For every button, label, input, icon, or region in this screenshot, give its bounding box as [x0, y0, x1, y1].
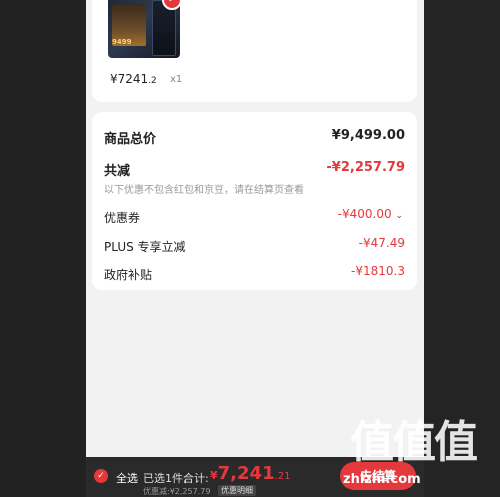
chevron-down-icon: ⌄	[395, 211, 403, 221]
total-label-bottom: 合计:	[183, 472, 209, 485]
watermark-logo: 值值值	[350, 417, 478, 468]
reduce-value: -¥2,257.79	[326, 160, 405, 175]
plus-label: PLUS 专享立减	[104, 240, 186, 254]
select-all-checkbox[interactable]: ✓	[94, 469, 108, 483]
price-summary-card: 商品总价 ¥9,499.00 共减 -¥2,257.79 以下优惠不包含红包和京…	[92, 112, 417, 290]
left-backdrop	[0, 0, 86, 497]
discount-detail-button[interactable]: 优惠明细	[218, 485, 256, 496]
summary-coupon-row[interactable]: 优惠券 -¥400.00 ⌄	[104, 207, 405, 226]
total-label: 商品总价	[104, 132, 157, 147]
watermark-url: zhizhi.com	[343, 472, 421, 487]
total-value: ¥9,499.00	[331, 128, 405, 143]
summary-reduce-row: 共减 -¥2,257.79 以下优惠不包含红包和京豆，请在结算页查看	[104, 160, 405, 196]
reduce-note: 以下优惠不包含红包和京豆，请在结算页查看	[104, 185, 304, 196]
thumbnail-price-tag: 9499	[112, 38, 132, 46]
select-all-label[interactable]: 全选	[116, 470, 138, 486]
plus-value: -¥47.49	[358, 236, 405, 250]
summary-gov-row: 政府补贴 -¥1810.3	[104, 264, 405, 283]
coupon-value[interactable]: -¥400.00 ⌄	[338, 207, 403, 221]
product-card[interactable]: 9499 ✓ ¥7241.2 x1	[92, 0, 417, 102]
summary-total-row: 商品总价 ¥9,499.00	[104, 128, 405, 147]
reduce-label: 共减	[104, 164, 131, 179]
gov-subsidy-value: -¥1810.3	[351, 264, 405, 278]
coupon-label: 优惠券	[104, 211, 141, 225]
discount-summary: 优惠减:¥2,257.79	[143, 487, 211, 496]
selected-count: 已选1件,	[143, 472, 187, 485]
item-quantity: x1	[170, 74, 183, 85]
gov-subsidy-label: 政府补贴	[104, 268, 153, 282]
summary-plus-row: PLUS 专享立减 -¥47.49	[104, 236, 405, 255]
item-price: ¥7241.2	[110, 72, 157, 86]
total-amount: ¥7,241.21	[210, 463, 291, 484]
